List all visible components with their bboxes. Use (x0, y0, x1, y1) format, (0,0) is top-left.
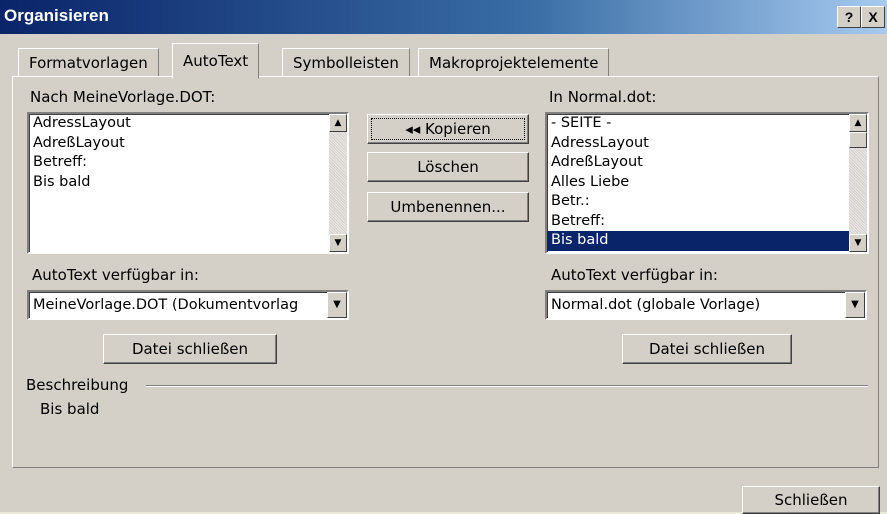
list-item[interactable]: AdressLayout (29, 114, 347, 134)
tab-autotext[interactable]: AutoText (172, 43, 260, 79)
list-item[interactable]: Bis bald (547, 231, 867, 251)
window-title: Organisieren (4, 6, 109, 25)
list-item[interactable]: Betr.: (547, 192, 867, 212)
delete-button[interactable]: Löschen (367, 152, 529, 182)
scroll-up-icon[interactable]: ▲ (329, 114, 347, 132)
list-item[interactable]: AdreßLayout (547, 153, 867, 173)
description-text: Bis bald (40, 400, 100, 418)
right-close-file-button[interactable]: Datei schließen (622, 334, 792, 364)
left-close-file-button[interactable]: Datei schließen (103, 334, 277, 364)
copy-button[interactable]: ◂◂ Kopieren (367, 114, 529, 144)
left-available-label: AutoText verfügbar in: (32, 266, 199, 284)
list-item[interactable]: AdreßLayout (29, 134, 347, 154)
right-template-value: Normal.dot (globale Vorlage) (551, 297, 761, 313)
right-list-label: In Normal.dot: (549, 88, 657, 106)
left-template-value: MeineVorlage.DOT (Dokumentvorlag (33, 297, 299, 313)
list-item[interactable]: Bis bald (29, 173, 347, 193)
title-bar: Organisieren ? X (0, 0, 887, 34)
tab-formatvorlagen[interactable]: Formatvorlagen (18, 48, 159, 78)
description-divider (146, 385, 868, 387)
left-list-scrollbar[interactable]: ▲ ▼ (329, 114, 347, 252)
left-list-label: Nach MeineVorlage.DOT: (30, 88, 216, 106)
help-button[interactable]: ? (837, 6, 861, 28)
list-item[interactable]: Betreff: (547, 212, 867, 232)
close-dialog-button[interactable]: Schließen (742, 486, 880, 514)
left-template-select[interactable]: MeineVorlage.DOT (Dokumentvorlag ▼ (27, 290, 349, 320)
right-list-scrollbar[interactable]: ▲ ▼ (849, 114, 867, 252)
list-item[interactable]: Betreff: (29, 153, 347, 173)
scroll-thumb[interactable] (849, 132, 867, 148)
description-label: Beschreibung (26, 376, 129, 394)
close-window-button[interactable]: X (861, 6, 885, 28)
list-item[interactable]: AdressLayout (547, 134, 867, 154)
left-autotext-list[interactable]: AdressLayout AdreßLayout Betreff: Bis bald … (27, 112, 349, 254)
chevron-down-icon[interactable]: ▼ (327, 292, 347, 318)
scroll-up-icon[interactable]: ▲ (849, 114, 867, 132)
tab-makroprojektelemente[interactable]: Makroprojektelemente (418, 48, 610, 78)
tab-symbolleisten[interactable]: Symbolleisten (282, 48, 410, 78)
scroll-down-icon[interactable]: ▼ (849, 234, 867, 252)
rename-button[interactable]: Umbenennen... (367, 192, 529, 222)
chevron-down-icon[interactable]: ▼ (845, 292, 865, 318)
list-item[interactable]: Alles Liebe (547, 173, 867, 193)
right-template-select[interactable]: Normal.dot (globale Vorlage) ▼ (545, 290, 867, 320)
right-autotext-list[interactable]: - SEITE - AdressLayout AdreßLayout Alles Li… (545, 112, 869, 254)
right-available-label: AutoText verfügbar in: (551, 266, 718, 284)
list-item[interactable]: - SEITE - (547, 114, 867, 134)
scroll-down-icon[interactable]: ▼ (329, 234, 347, 252)
